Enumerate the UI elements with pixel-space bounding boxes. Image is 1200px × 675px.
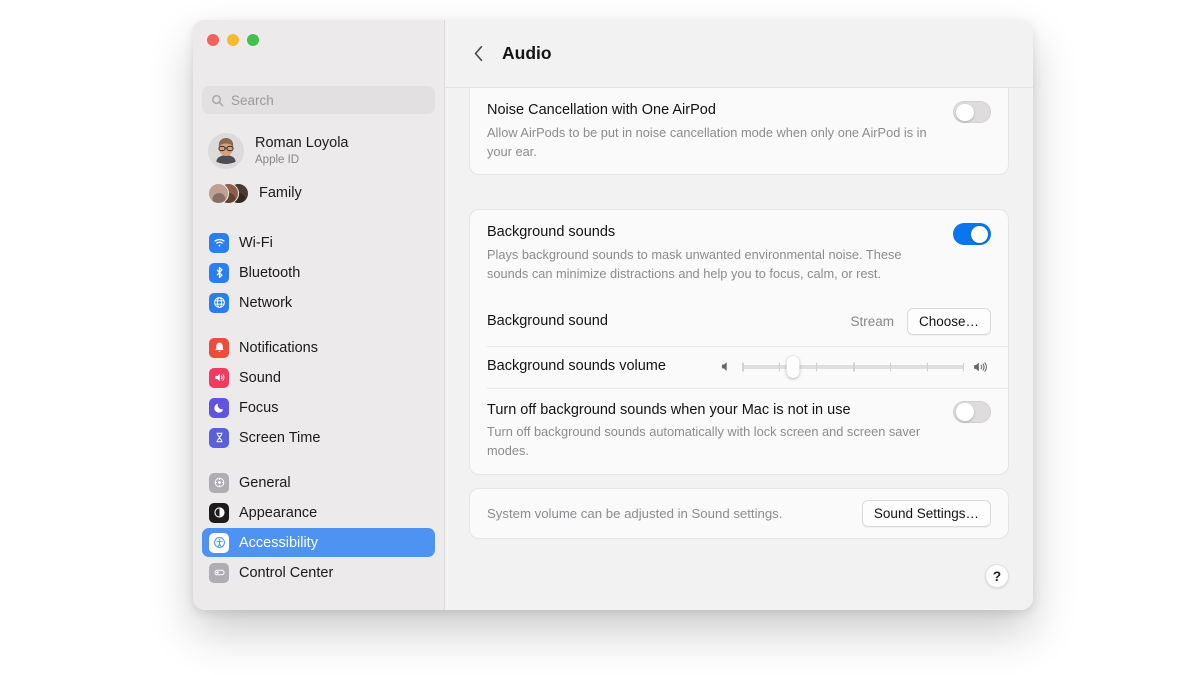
sidebar-item-label: Wi-Fi [239,235,273,251]
system-volume-card: System volume can be adjusted in Sound s… [469,488,1009,539]
apple-id-row[interactable]: Roman Loyola Apple ID [202,128,435,174]
row-title: Turn off background sounds when your Mac… [487,401,939,421]
search-placeholder: Search [231,93,274,108]
row-description: Turn off background sounds automatically… [487,423,939,461]
speaker-high-icon [972,359,991,375]
slider-tick [890,362,892,371]
sidebar-item-label: Notifications [239,340,318,356]
sidebar-group-system: Notifications Sound Focus [202,333,435,452]
slider-tick [816,362,818,371]
background-sound-row: Background sound Stream Choose… [470,297,1008,346]
close-button[interactable] [207,34,219,46]
toggle-knob [956,403,974,421]
background-sounds-row: Background sounds Plays background sound… [470,210,1008,296]
detail-body: Noise Cancellation with One AirPod Allow… [445,88,1033,610]
detail-header: Audio [445,20,1033,88]
account-subtitle: Apple ID [255,153,349,167]
row-label: Background sounds volume [487,357,666,377]
turn-off-background-sounds-row: Turn off background sounds when your Mac… [470,388,1008,474]
search-icon [211,94,224,107]
help-button[interactable]: ? [985,564,1009,588]
accessibility-icon [209,533,229,553]
wifi-icon [209,233,229,253]
traffic-lights [202,20,435,68]
sidebar-item-label: General [239,475,291,491]
sidebar-item-appearance[interactable]: Appearance [202,498,435,527]
slider-tick [742,362,744,371]
sidebar-item-label: Control Center [239,565,333,581]
sidebar-item-label: Focus [239,400,279,416]
moon-icon [209,398,229,418]
sidebar-item-network[interactable]: Network [202,288,435,317]
sidebar-item-label: Network [239,295,292,311]
sidebar-item-wifi[interactable]: Wi-Fi [202,228,435,257]
sidebar-item-screen-time[interactable]: Screen Time [202,423,435,452]
sidebar: Search Roman Loyola Ap [193,20,445,610]
detail-pane: Audio Noise Cancellation with One AirPod… [445,20,1033,610]
bluetooth-icon [209,263,229,283]
row-title: Background sounds [487,223,939,243]
hourglass-icon [209,428,229,448]
sidebar-group-network: Wi-Fi Bluetooth Network [202,228,435,317]
gear-icon [209,473,229,493]
slider-tick [853,362,855,371]
speaker-icon [209,368,229,388]
page-title: Audio [502,43,552,64]
slider-tick [779,362,781,371]
noise-cancellation-row: Noise Cancellation with One AirPod Allow… [470,88,1008,174]
system-volume-note: System volume can be adjusted in Sound s… [487,506,782,521]
family-row[interactable]: Family [202,174,435,212]
sidebar-item-focus[interactable]: Focus [202,393,435,422]
bell-icon [209,338,229,358]
family-label: Family [259,185,302,201]
row-title: Noise Cancellation with One AirPod [487,101,939,121]
turn-off-background-sounds-toggle[interactable] [953,401,991,423]
slider-tick [963,362,965,371]
sidebar-item-control-center[interactable]: Control Center [202,558,435,587]
search-input[interactable]: Search [202,86,435,114]
row-label: Background sound [487,312,608,332]
sidebar-item-label: Appearance [239,505,317,521]
sidebar-item-notifications[interactable]: Notifications [202,333,435,362]
system-settings-window: Search Roman Loyola Ap [193,20,1033,610]
account-name: Roman Loyola [255,135,349,153]
sidebar-item-general[interactable]: General [202,468,435,497]
slider-tick [927,362,929,371]
globe-icon [209,293,229,313]
row-description: Allow AirPods to be put in noise cancell… [487,124,939,162]
sidebar-item-label: Accessibility [239,535,318,551]
background-sounds-card: Background sounds Plays background sound… [469,209,1009,475]
toggle-knob [956,104,974,122]
slider-track-wrap[interactable] [742,357,964,377]
zoom-button[interactable] [247,34,259,46]
sidebar-item-sound[interactable]: Sound [202,363,435,392]
card-spacer [469,175,1009,209]
family-avatar [208,183,229,204]
noise-cancellation-card: Noise Cancellation with One AirPod Allow… [469,88,1009,175]
family-avatars [208,179,248,207]
sidebar-group-preferences: General Appearance [202,468,435,587]
avatar [208,133,244,169]
background-sounds-toggle[interactable] [953,223,991,245]
sidebar-item-bluetooth[interactable]: Bluetooth [202,258,435,287]
choose-button[interactable]: Choose… [907,308,991,335]
back-button[interactable] [469,43,487,65]
sidebar-item-accessibility[interactable]: Accessibility [202,528,435,557]
background-sounds-volume-row: Background sounds volume [470,346,1008,388]
sidebar-item-label: Sound [239,370,281,386]
noise-cancellation-toggle[interactable] [953,101,991,123]
volume-slider[interactable] [719,357,991,377]
sound-settings-button[interactable]: Sound Settings… [862,500,991,527]
row-description: Plays background sounds to mask unwanted… [487,246,939,284]
toggle-knob [971,226,989,244]
account-block: Roman Loyola Apple ID Family [202,128,435,212]
slider-knob[interactable] [787,356,800,378]
sidebar-item-label: Screen Time [239,430,320,446]
toggle-switch-icon [209,563,229,583]
speaker-low-icon [719,359,734,374]
sidebar-item-label: Bluetooth [239,265,300,281]
minimize-button[interactable] [227,34,239,46]
contrast-circle-icon [209,503,229,523]
background-sound-value: Stream [850,314,894,329]
